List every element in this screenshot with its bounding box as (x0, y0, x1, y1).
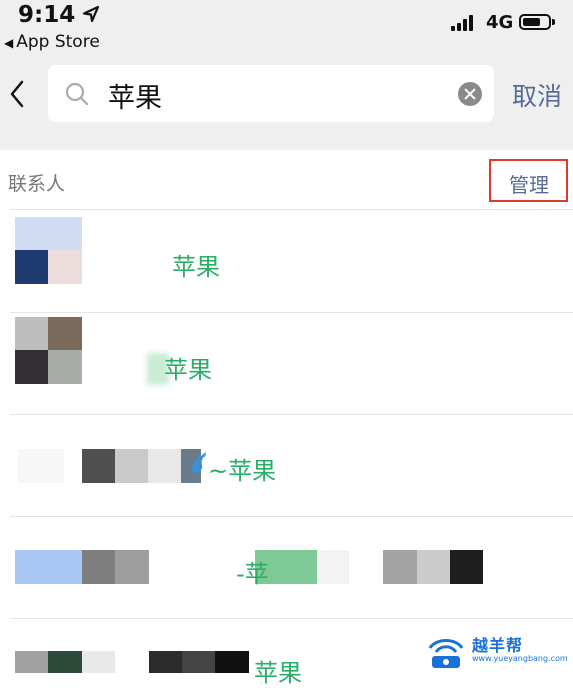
contact-result-row[interactable]: 苹果 (0, 210, 573, 312)
cancel-button[interactable]: 取消 (512, 77, 562, 113)
location-arrow-icon (82, 5, 100, 23)
contact-name-match: 苹果 (254, 659, 302, 687)
back-app-label: App Store (16, 32, 100, 52)
contact-result-row[interactable]: -苹 (0, 517, 573, 618)
back-to-app-link[interactable]: ◀ App Store (4, 32, 100, 52)
battery-icon (519, 14, 551, 30)
name-blur (90, 230, 180, 280)
section-title: 联系人 (8, 173, 66, 195)
contact-name-match: 苹果 (164, 356, 212, 384)
watermark-url: www.yueyangbang.com (472, 654, 568, 663)
status-time: 9:14 (18, 2, 76, 28)
manage-label: 管理 (509, 173, 549, 197)
name-pixels (18, 449, 214, 483)
manage-button[interactable]: 管理 (489, 159, 568, 202)
search-icon (65, 82, 89, 106)
back-chevron-icon[interactable] (6, 76, 30, 112)
network-type: 4G (486, 12, 514, 33)
contact-name-match: ~苹果 (208, 457, 277, 485)
avatar (15, 317, 82, 384)
dolphin-emoji-icon (192, 452, 206, 473)
avatar (15, 217, 82, 284)
name-pixels (15, 651, 251, 673)
battery-tip (552, 19, 555, 25)
watermark-logo-icon (428, 639, 464, 668)
watermark: 越羊帮 www.yueyangbang.com (424, 628, 570, 673)
clear-icon[interactable] (458, 82, 482, 106)
search-input[interactable]: 苹果 (48, 65, 494, 122)
search-query[interactable]: 苹果 (108, 76, 162, 115)
header-area: 9:14 4G ◀ App Store 苹果 取消 (0, 0, 573, 150)
contact-result-row[interactable]: 苹果 (0, 313, 573, 414)
contacts-section-header: 联系人 (0, 150, 573, 210)
contact-name-match: -苹 (236, 560, 269, 588)
signal-icon (451, 15, 477, 31)
contact-result-row[interactable]: ~苹果 (0, 415, 573, 516)
contact-name-match: 苹果 (172, 253, 220, 281)
watermark-title: 越羊帮 (472, 636, 524, 655)
